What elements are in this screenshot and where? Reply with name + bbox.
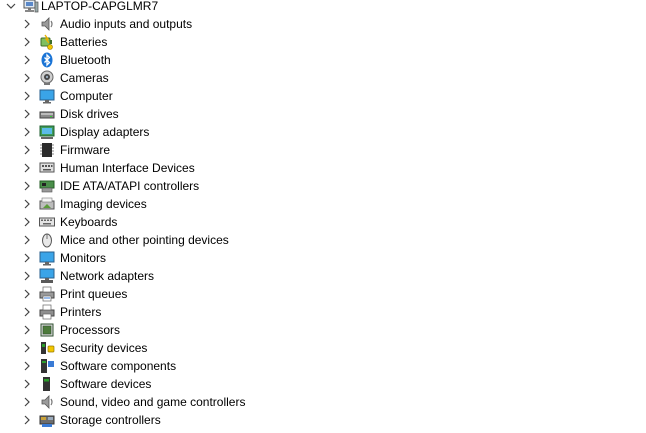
speaker-icon [41, 17, 53, 31]
chevron-down-icon[interactable] [6, 1, 16, 11]
processor-icon [40, 323, 54, 337]
chevron-right-icon[interactable] [22, 235, 32, 245]
chevron-right-icon[interactable] [22, 415, 32, 425]
bluetooth-icon [41, 52, 53, 68]
computer-root-icon [23, 0, 39, 13]
software-component-icon [41, 359, 54, 373]
tree-item-label: Software devices [60, 377, 152, 391]
tree-item-label: Keyboards [60, 215, 118, 229]
camera-icon [40, 70, 54, 85]
chevron-right-icon[interactable] [22, 145, 32, 155]
tree-item-label: IDE ATA/ATAPI controllers [60, 179, 200, 193]
chevron-right-icon[interactable] [22, 199, 32, 209]
chevron-right-icon[interactable] [22, 217, 32, 227]
ide-controller-icon [39, 180, 55, 193]
tree-item-label: Software components [60, 359, 177, 373]
chevron-right-icon[interactable] [22, 325, 32, 335]
chevron-right-icon[interactable] [22, 397, 32, 407]
tree-item-label: Print queues [60, 287, 128, 301]
tree-item-label: Human Interface Devices [60, 161, 195, 175]
tree-item-label: Security devices [60, 341, 148, 355]
chevron-right-icon[interactable] [22, 289, 32, 299]
tree-item-label: Printers [60, 305, 102, 319]
storage-controller-icon [39, 415, 55, 427]
keyboard-icon [39, 217, 55, 227]
security-device-icon [41, 342, 55, 354]
tree-item-label: Monitors [60, 251, 107, 265]
chevron-right-icon[interactable] [22, 91, 32, 101]
software-device-icon [43, 377, 50, 391]
printer-icon [39, 304, 55, 320]
chevron-right-icon[interactable] [22, 271, 32, 281]
tree-item-label: Computer [60, 89, 113, 103]
firmware-chip-icon [40, 143, 54, 157]
device-tree: LAPTOP-CAPGLMR7 Audio inputs and outputs B… [0, 0, 646, 433]
display-adapter-icon [39, 125, 55, 139]
print-queue-icon [39, 286, 55, 302]
tree-root-label: LAPTOP-CAPGLMR7 [41, 0, 159, 13]
mouse-icon [42, 233, 52, 248]
chevron-right-icon[interactable] [22, 181, 32, 191]
hid-icon [39, 162, 55, 173]
tree-item-label: Audio inputs and outputs [60, 17, 193, 31]
chevron-right-icon[interactable] [22, 253, 32, 263]
monitor-icon [39, 251, 55, 266]
tree-item-label: Network adapters [60, 269, 155, 283]
chevron-right-icon[interactable] [22, 163, 32, 173]
chevron-right-icon[interactable] [22, 73, 32, 83]
tree-item-label: Storage controllers [60, 413, 161, 427]
chevron-right-icon[interactable] [22, 379, 32, 389]
chevron-right-icon[interactable] [22, 55, 32, 65]
chevron-right-icon[interactable] [22, 127, 32, 137]
monitor-icon [39, 89, 55, 104]
tree-item-label: Imaging devices [60, 197, 147, 211]
disk-drive-icon [39, 111, 55, 119]
battery-icon [40, 34, 53, 50]
network-adapter-icon [39, 268, 55, 283]
chevron-right-icon[interactable] [22, 109, 32, 119]
tree-item-label: Sound, video and game controllers [60, 395, 246, 409]
tree-item-label: Batteries [60, 35, 108, 49]
tree-item-label: Firmware [60, 143, 110, 157]
tree-item-label: Display adapters [60, 125, 150, 139]
chevron-right-icon[interactable] [22, 343, 32, 353]
speaker-icon [41, 395, 53, 409]
tree-item-label: Bluetooth [60, 53, 111, 67]
chevron-right-icon[interactable] [22, 19, 32, 29]
tree-item-label: Processors [60, 323, 121, 337]
tree-item-label: Mice and other pointing devices [60, 233, 229, 247]
imaging-device-icon [39, 197, 55, 210]
tree-item-label: Disk drives [60, 107, 119, 121]
tree-item-label: Cameras [60, 71, 109, 85]
chevron-right-icon[interactable] [22, 307, 32, 317]
chevron-right-icon[interactable] [22, 361, 32, 371]
chevron-right-icon[interactable] [22, 37, 32, 47]
